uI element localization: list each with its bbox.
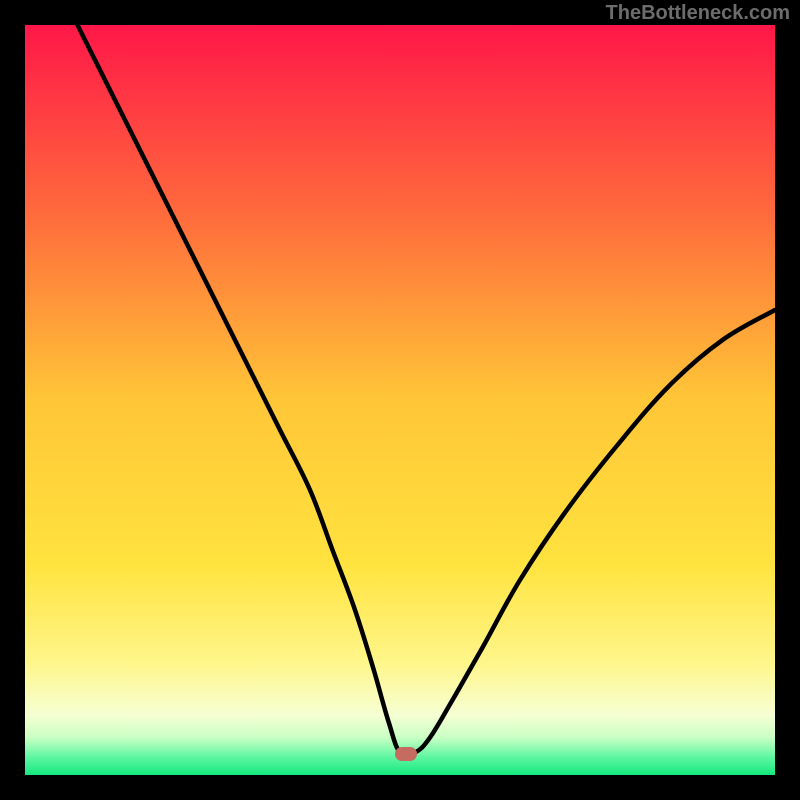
bottleneck-curve xyxy=(25,25,775,775)
attribution-text: TheBottleneck.com xyxy=(606,2,790,25)
plot-area xyxy=(25,25,775,775)
optimal-marker xyxy=(395,747,417,761)
chart-frame: TheBottleneck.com xyxy=(0,0,800,800)
